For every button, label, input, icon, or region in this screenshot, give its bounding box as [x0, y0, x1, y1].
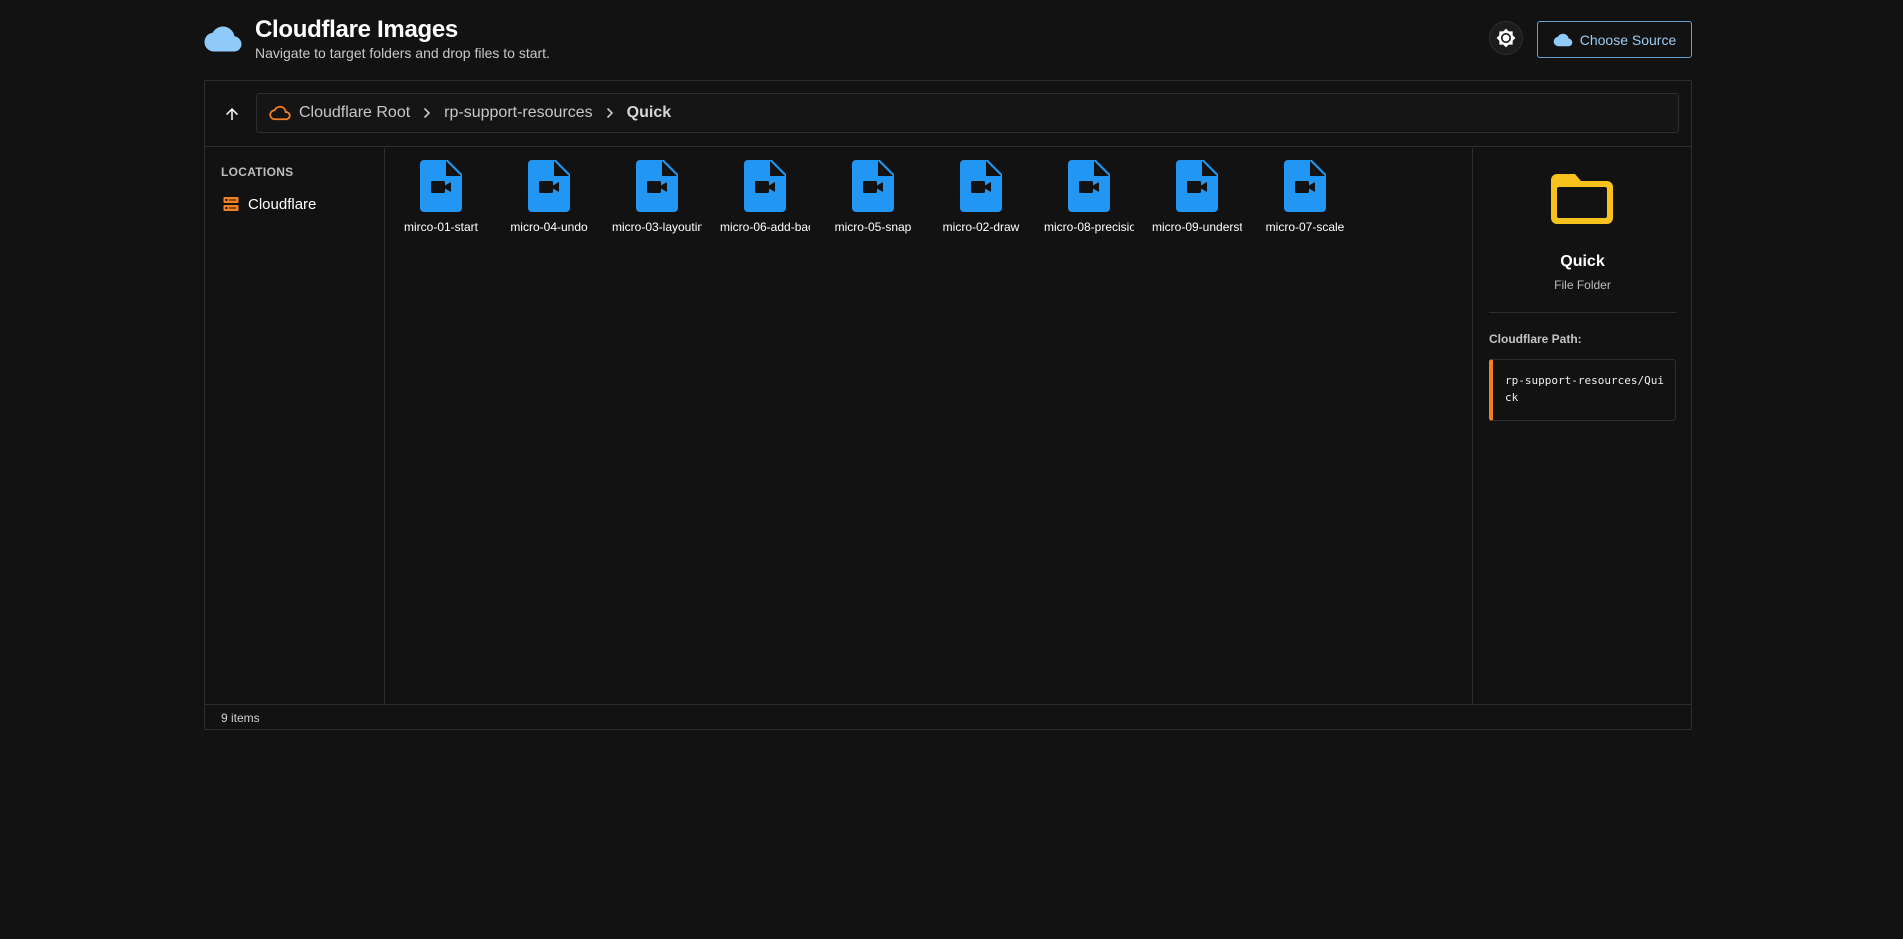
- video-file-icon: [636, 160, 678, 212]
- file-name: micro-08-precision: [1044, 220, 1134, 234]
- cloudflare-path-value: rp-support-resources/Quick: [1489, 359, 1676, 421]
- choose-source-button[interactable]: Choose Source: [1537, 21, 1692, 58]
- file-name: micro-05-snap: [834, 220, 912, 234]
- theme-toggle-button[interactable]: [1489, 21, 1523, 55]
- file-item[interactable]: micro-04-undo: [504, 160, 594, 250]
- details-type: File Folder: [1554, 278, 1611, 292]
- file-item[interactable]: micro-06-add-background: [720, 160, 810, 250]
- status-bar: 9 items: [205, 704, 1691, 729]
- breadcrumb-item-root[interactable]: Cloudflare Root: [299, 104, 410, 122]
- cloud-outline-icon: [269, 105, 291, 121]
- file-item[interactable]: micro-09-understanding: [1152, 160, 1242, 250]
- chevron-right-icon: [605, 107, 615, 119]
- file-item[interactable]: micro-08-precision: [1044, 160, 1134, 250]
- app-title: Cloudflare Images: [255, 16, 458, 43]
- chevron-right-icon: [422, 107, 432, 119]
- video-file-icon: [1176, 160, 1218, 212]
- details-pane: Quick File Folder Cloudflare Path: rp-su…: [1472, 148, 1691, 704]
- sidebar-item-label: Cloudflare: [248, 195, 317, 213]
- item-count: 9 items: [221, 711, 260, 725]
- file-name: micro-09-understanding: [1152, 220, 1242, 234]
- video-file-icon: [960, 160, 1002, 212]
- cloud-icon: [1553, 33, 1572, 46]
- video-file-icon: [852, 160, 894, 212]
- choose-source-label: Choose Source: [1579, 31, 1677, 48]
- file-name: micro-02-draw: [942, 220, 1020, 234]
- sidebar-heading: LOCATIONS: [221, 165, 294, 179]
- storage-icon: [223, 197, 239, 211]
- file-grid: mirco-01-start micro-04-undo micro-03-la…: [386, 148, 1472, 704]
- file-name: micro-06-add-background: [720, 220, 810, 234]
- sidebar-item-cloudflare[interactable]: Cloudflare: [219, 193, 375, 215]
- file-item[interactable]: micro-02-draw: [936, 160, 1026, 250]
- navigate-up-button[interactable]: [219, 101, 245, 127]
- breadcrumb-item-quick[interactable]: Quick: [627, 104, 671, 122]
- cloud-icon: [204, 26, 242, 52]
- file-name: micro-04-undo: [510, 220, 588, 234]
- locations-sidebar: LOCATIONS Cloudflare: [205, 148, 385, 704]
- header: Cloudflare Images Navigate to target fol…: [204, 14, 1692, 66]
- video-file-icon: [1068, 160, 1110, 212]
- file-item[interactable]: mirco-01-start: [396, 160, 486, 250]
- details-name: Quick: [1560, 253, 1605, 270]
- file-item[interactable]: micro-07-scale: [1260, 160, 1350, 250]
- file-item[interactable]: micro-05-snap: [828, 160, 918, 250]
- divider: [1489, 312, 1676, 313]
- navigation-toolbar: Cloudflare Root rp-support-resources Qui…: [205, 81, 1691, 147]
- app-subtitle: Navigate to target folders and drop file…: [255, 45, 550, 61]
- arrow-up-icon: [226, 108, 238, 120]
- breadcrumb: Cloudflare Root rp-support-resources Qui…: [256, 93, 1679, 133]
- file-item[interactable]: micro-03-layouting.mp4: [612, 160, 702, 250]
- cloudflare-path-label: Cloudflare Path:: [1489, 332, 1582, 346]
- file-browser-panel: Cloudflare Root rp-support-resources Qui…: [204, 80, 1692, 730]
- breadcrumb-item-rp-support-resources[interactable]: rp-support-resources: [444, 104, 593, 122]
- file-name: mirco-01-start: [403, 220, 478, 234]
- video-file-icon: [1284, 160, 1326, 212]
- file-name: micro-07-scale: [1265, 220, 1345, 234]
- folder-icon: [1551, 174, 1613, 224]
- video-file-icon: [528, 160, 570, 212]
- video-file-icon: [420, 160, 462, 212]
- file-name: micro-03-layouting.mp4: [612, 220, 702, 234]
- video-file-icon: [744, 160, 786, 212]
- app-window: Cloudflare Images Navigate to target fol…: [0, 0, 1903, 939]
- brightness-icon: [1496, 28, 1516, 48]
